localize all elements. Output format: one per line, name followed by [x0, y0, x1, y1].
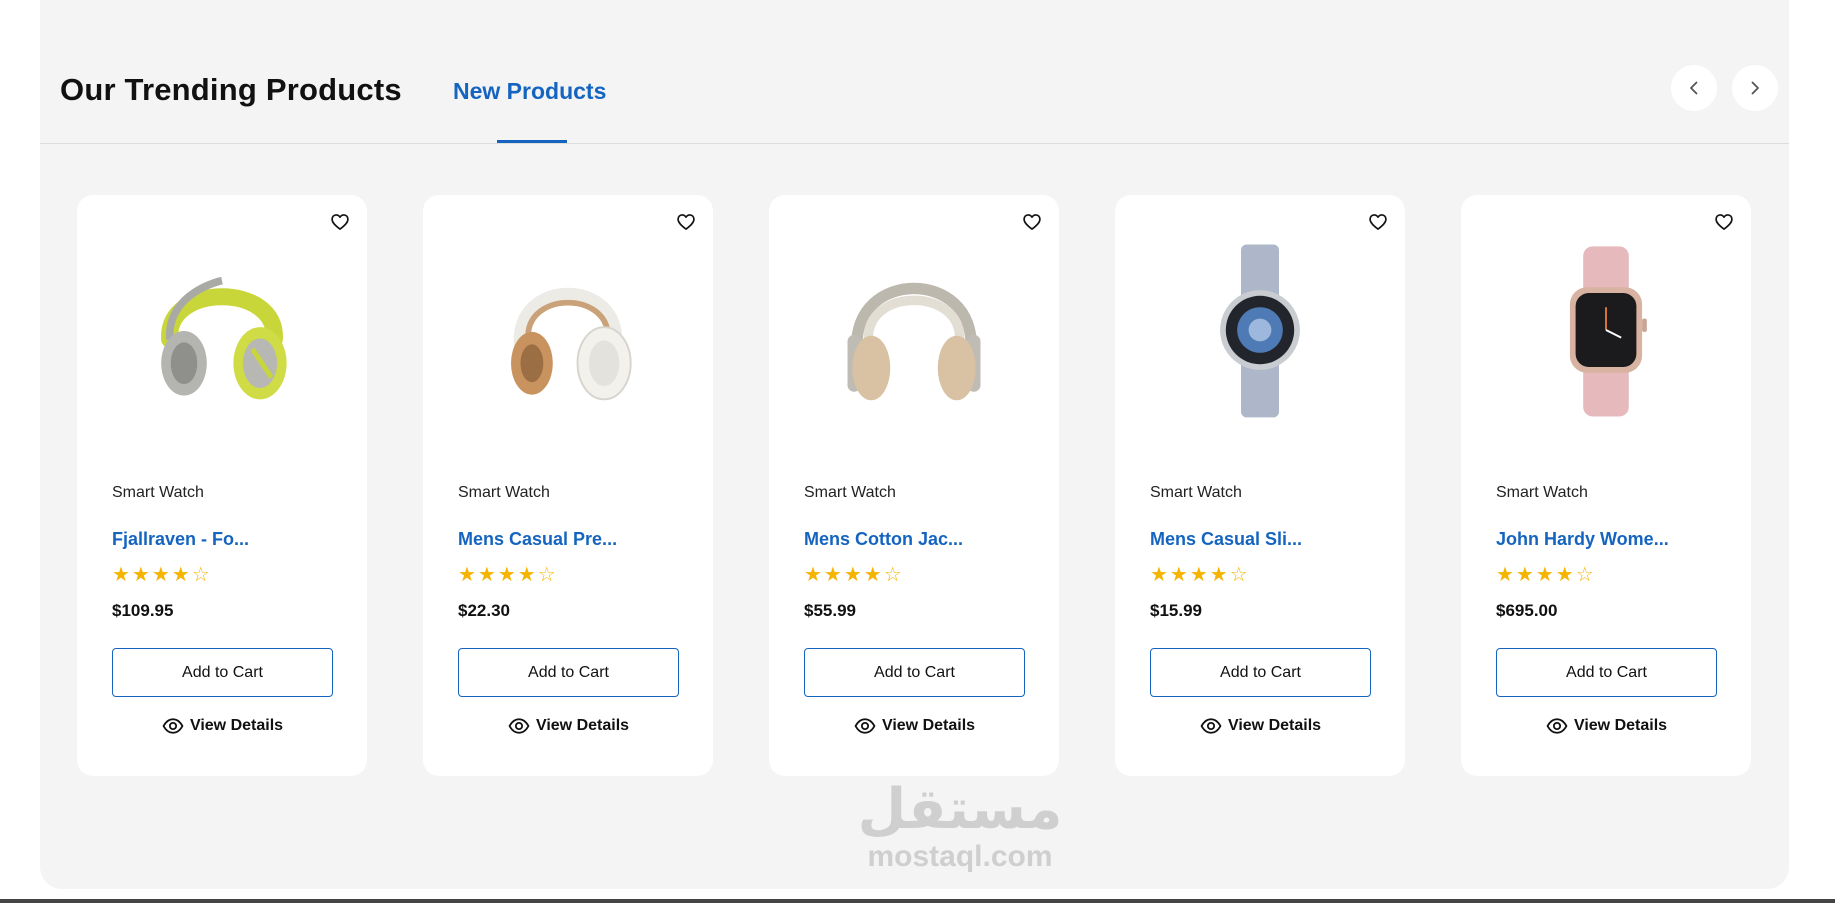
watermark-arabic: مستقل [857, 777, 1063, 842]
product-name[interactable]: Mens Casual Pre... [458, 529, 617, 550]
product-card: Smart Watch Mens Cotton Jac... ★★★★☆ $55… [769, 195, 1059, 776]
rating-stars: ★★★★☆ [458, 564, 558, 586]
headphones-image [161, 276, 287, 400]
rating-stars: ★★★★☆ [1150, 564, 1250, 586]
smartwatch-image [1569, 246, 1647, 417]
eye-icon [854, 718, 876, 734]
view-details-label: View Details [1573, 717, 1668, 734]
product-price: $15.99 [1150, 601, 1202, 620]
section-header: Our Trending Products New Products [40, 0, 1789, 144]
view-details-label: View Details [189, 717, 284, 734]
tab-new-products[interactable]: New Products [453, 78, 606, 105]
watermark: مستقل mostaql.com [845, 780, 1075, 874]
view-details-button[interactable]: View Details [804, 713, 1025, 739]
eye-icon [1200, 718, 1222, 734]
view-details-button[interactable]: View Details [112, 713, 333, 739]
product-price: $55.99 [804, 601, 856, 620]
product-price: $22.30 [458, 601, 510, 620]
eye-icon [162, 718, 184, 734]
product-category: Smart Watch [112, 484, 204, 501]
bottom-border [0, 899, 1835, 903]
chevron-right-icon [1751, 81, 1759, 95]
product-card: Smart Watch Fjallraven - Fo... ★★★★☆ $10… [77, 195, 367, 776]
view-details-label: View Details [881, 717, 976, 734]
add-to-cart-button[interactable]: Add to Cart [1150, 648, 1371, 697]
eye-icon [508, 718, 530, 734]
product-category: Smart Watch [804, 484, 896, 501]
headphones-image [847, 282, 981, 401]
product-name[interactable]: John Hardy Wome... [1496, 529, 1669, 550]
product-category: Smart Watch [1150, 484, 1242, 501]
smartwatch-image [1220, 244, 1300, 418]
product-card: Smart Watch John Hardy Wome... ★★★★☆ $69… [1461, 195, 1751, 776]
rating-stars: ★★★★☆ [112, 564, 212, 586]
view-details-label: View Details [535, 717, 630, 734]
view-details-button[interactable]: View Details [458, 713, 679, 739]
chevron-left-icon [1690, 81, 1698, 95]
add-to-cart-button[interactable]: Add to Cart [1496, 648, 1717, 697]
view-details-button[interactable]: View Details [1496, 713, 1717, 739]
products-section: Our Trending Products New Products Smart… [40, 0, 1789, 889]
product-image[interactable] [779, 205, 1049, 455]
product-card: Smart Watch Mens Casual Sli... ★★★★☆ $15… [1115, 195, 1405, 776]
add-to-cart-button[interactable]: Add to Cart [804, 648, 1025, 697]
product-name[interactable]: Mens Casual Sli... [1150, 529, 1302, 550]
eye-icon [1546, 718, 1568, 734]
product-price: $695.00 [1496, 601, 1558, 620]
previous-button[interactable] [1671, 65, 1717, 111]
product-category: Smart Watch [458, 484, 550, 501]
product-image[interactable] [87, 205, 357, 455]
add-to-cart-button[interactable]: Add to Cart [458, 648, 679, 697]
product-name[interactable]: Fjallraven - Fo... [112, 529, 249, 550]
add-to-cart-button[interactable]: Add to Cart [112, 648, 333, 697]
product-name[interactable]: Mens Cotton Jac... [804, 529, 963, 550]
product-image[interactable] [433, 205, 703, 455]
headphones-image [511, 287, 632, 401]
watermark-latin: mostaql.com [867, 840, 1053, 873]
product-category: Smart Watch [1496, 484, 1588, 501]
next-button[interactable] [1732, 65, 1778, 111]
view-details-button[interactable]: View Details [1150, 713, 1371, 739]
section-title: Our Trending Products [60, 72, 402, 107]
active-tab-indicator [497, 140, 567, 143]
product-card: Smart Watch Mens Casual Pre... ★★★★☆ $22… [423, 195, 713, 776]
product-image[interactable] [1471, 205, 1741, 455]
product-price: $109.95 [112, 601, 174, 620]
rating-stars: ★★★★☆ [1496, 564, 1596, 586]
product-image[interactable] [1125, 205, 1395, 455]
rating-stars: ★★★★☆ [804, 564, 904, 586]
view-details-label: View Details [1227, 717, 1322, 734]
